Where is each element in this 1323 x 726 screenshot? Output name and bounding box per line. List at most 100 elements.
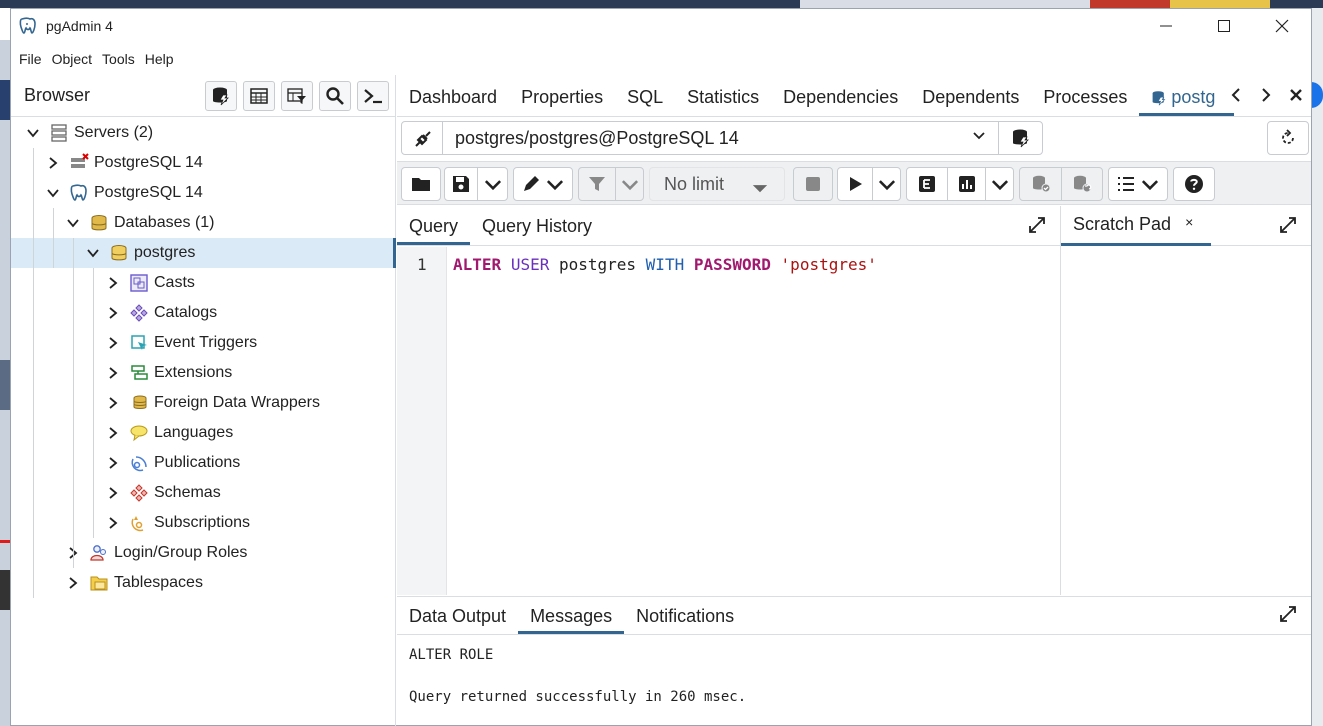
close-tab-button[interactable] bbox=[1281, 85, 1311, 108]
tab-dashboard[interactable]: Dashboard bbox=[397, 87, 509, 116]
tree-node-event-triggers[interactable]: Event Triggers bbox=[11, 328, 396, 358]
edit-dropdown[interactable] bbox=[513, 167, 573, 201]
execute-button[interactable] bbox=[838, 168, 872, 200]
tab-notifications[interactable]: Notifications bbox=[624, 606, 746, 634]
tabs-next-button[interactable] bbox=[1251, 85, 1281, 108]
chevron-right-icon[interactable] bbox=[105, 275, 121, 291]
tree-node-catalogs[interactable]: Catalogs bbox=[11, 298, 396, 328]
tree-node-postgresql-14[interactable]: PostgreSQL 14 bbox=[11, 178, 396, 208]
tab-sql[interactable]: SQL bbox=[615, 87, 675, 116]
tab-processes[interactable]: Processes bbox=[1031, 87, 1139, 116]
menu-object[interactable]: Object bbox=[52, 51, 92, 67]
maximize-results-button[interactable] bbox=[1279, 605, 1297, 628]
filtered-rows-button[interactable] bbox=[281, 81, 313, 111]
tree-node-postgresql-14[interactable]: PostgreSQL 14 bbox=[11, 148, 396, 178]
chevron-right-icon[interactable] bbox=[105, 395, 121, 411]
menu-tools[interactable]: Tools bbox=[102, 51, 135, 67]
macros-dropdown[interactable] bbox=[1108, 167, 1168, 201]
chevron-right-icon[interactable] bbox=[105, 455, 121, 471]
connection-select[interactable]: postgres/postgres@PostgreSQL 14 bbox=[401, 121, 1043, 155]
tab-query-history[interactable]: Query History bbox=[470, 216, 604, 245]
chevron-right-icon[interactable] bbox=[105, 305, 121, 321]
tab-statistics[interactable]: Statistics bbox=[675, 87, 771, 116]
tree-node-casts[interactable]: Casts bbox=[11, 268, 396, 298]
execute-options-dropdown[interactable] bbox=[872, 168, 900, 200]
tree-node-subscriptions[interactable]: Subscriptions bbox=[11, 508, 396, 538]
save-file-group bbox=[444, 167, 508, 201]
tree-node-label: postgres bbox=[134, 244, 196, 261]
tab-messages[interactable]: Messages bbox=[518, 606, 625, 634]
chevron-right-icon[interactable] bbox=[105, 425, 121, 441]
browser-panel: Browser Servers (2) PostgreSQL 14 Postgr… bbox=[11, 75, 396, 726]
schemas-icon bbox=[129, 483, 149, 503]
maximize-scratch-pad-button[interactable] bbox=[1279, 216, 1297, 239]
tree-node-foreign-data-wrappers[interactable]: Foreign Data Wrappers bbox=[11, 388, 396, 418]
minimize-button[interactable] bbox=[1137, 9, 1195, 43]
stop-button[interactable] bbox=[793, 167, 833, 201]
view-data-button[interactable] bbox=[243, 81, 275, 111]
maximize-button[interactable] bbox=[1195, 9, 1253, 43]
connection-label: postgres/postgres@PostgreSQL 14 bbox=[455, 127, 739, 148]
tree-node-databases-1[interactable]: Databases (1) bbox=[11, 208, 396, 238]
query-tool-button[interactable] bbox=[205, 81, 237, 111]
chevron-right-icon[interactable] bbox=[45, 155, 61, 171]
chevron-down-icon[interactable] bbox=[45, 185, 61, 201]
tree-node-tablespaces[interactable]: Tablespaces bbox=[11, 568, 396, 598]
subscriptions-icon bbox=[129, 513, 149, 533]
maximize-editor-button[interactable] bbox=[1028, 216, 1046, 239]
tree-node-extensions[interactable]: Extensions bbox=[11, 358, 396, 388]
reset-layout-button[interactable] bbox=[1267, 121, 1309, 155]
chevron-down-icon[interactable] bbox=[85, 245, 101, 261]
tree-node-postgres[interactable]: postgres bbox=[11, 238, 396, 268]
explain-button[interactable] bbox=[907, 168, 947, 200]
save-options-dropdown[interactable] bbox=[477, 168, 507, 200]
chevron-right-icon[interactable] bbox=[105, 515, 121, 531]
save-file-button[interactable] bbox=[445, 168, 477, 200]
postgresql-elephant-icon bbox=[69, 183, 89, 203]
explain-analyze-button[interactable] bbox=[947, 168, 985, 200]
commit-button[interactable] bbox=[1020, 168, 1061, 200]
chevron-down-icon[interactable] bbox=[65, 215, 81, 231]
tab-query[interactable]: Query bbox=[397, 216, 471, 245]
tabs-prev-button[interactable] bbox=[1221, 85, 1251, 108]
tree-node-servers-2[interactable]: Servers (2) bbox=[11, 118, 396, 148]
code-line: ALTER USER postgres WITH PASSWORD 'postg… bbox=[453, 255, 877, 274]
chevron-right-icon[interactable] bbox=[105, 365, 121, 381]
help-button[interactable] bbox=[1173, 167, 1215, 201]
row-limit-select[interactable]: No limit bbox=[649, 167, 785, 201]
tree-node-publications[interactable]: Publications bbox=[11, 448, 396, 478]
tab-properties[interactable]: Properties bbox=[509, 87, 615, 116]
pgadmin-elephant-icon bbox=[19, 17, 36, 34]
tab-scratch-pad[interactable]: Scratch Pad × bbox=[1061, 206, 1211, 246]
close-window-button[interactable] bbox=[1253, 9, 1311, 43]
psql-tool-button[interactable] bbox=[357, 81, 389, 111]
tab-data-output[interactable]: Data Output bbox=[397, 606, 518, 634]
close-scratch-pad-button[interactable]: × bbox=[1185, 214, 1193, 230]
tree-node-login-group-roles[interactable]: Login/Group Roles bbox=[11, 538, 396, 568]
chevron-down-icon bbox=[878, 180, 895, 191]
chevron-down-icon[interactable] bbox=[25, 125, 41, 141]
open-file-button[interactable] bbox=[401, 167, 441, 201]
chevron-right-icon[interactable] bbox=[105, 335, 121, 351]
code-editor[interactable]: 1 ALTER USER postgres WITH PASSWORD 'pos… bbox=[397, 247, 1060, 595]
new-connection-button[interactable] bbox=[998, 121, 1042, 155]
rollback-button[interactable] bbox=[1061, 168, 1102, 200]
message-line: ALTER ROLE bbox=[409, 647, 494, 663]
event-triggers-icon bbox=[129, 333, 149, 353]
filter-options-dropdown[interactable] bbox=[615, 168, 643, 200]
list-icon bbox=[1118, 177, 1134, 191]
tab-dependents[interactable]: Dependents bbox=[910, 87, 1031, 116]
tree-node-schemas[interactable]: Schemas bbox=[11, 478, 396, 508]
tree-node-label: Foreign Data Wrappers bbox=[154, 394, 320, 411]
tree-node-languages[interactable]: Languages bbox=[11, 418, 396, 448]
chevron-down-icon bbox=[621, 180, 638, 191]
tab-dependencies[interactable]: Dependencies bbox=[771, 87, 910, 116]
chevron-right-icon[interactable] bbox=[65, 575, 81, 591]
filter-button[interactable] bbox=[579, 168, 615, 200]
explain-options-dropdown[interactable] bbox=[985, 168, 1013, 200]
search-objects-button[interactable] bbox=[319, 81, 351, 111]
chevron-right-icon bbox=[1262, 87, 1271, 102]
menu-file[interactable]: File bbox=[19, 51, 42, 67]
menu-help[interactable]: Help bbox=[145, 51, 174, 67]
chevron-right-icon[interactable] bbox=[105, 485, 121, 501]
